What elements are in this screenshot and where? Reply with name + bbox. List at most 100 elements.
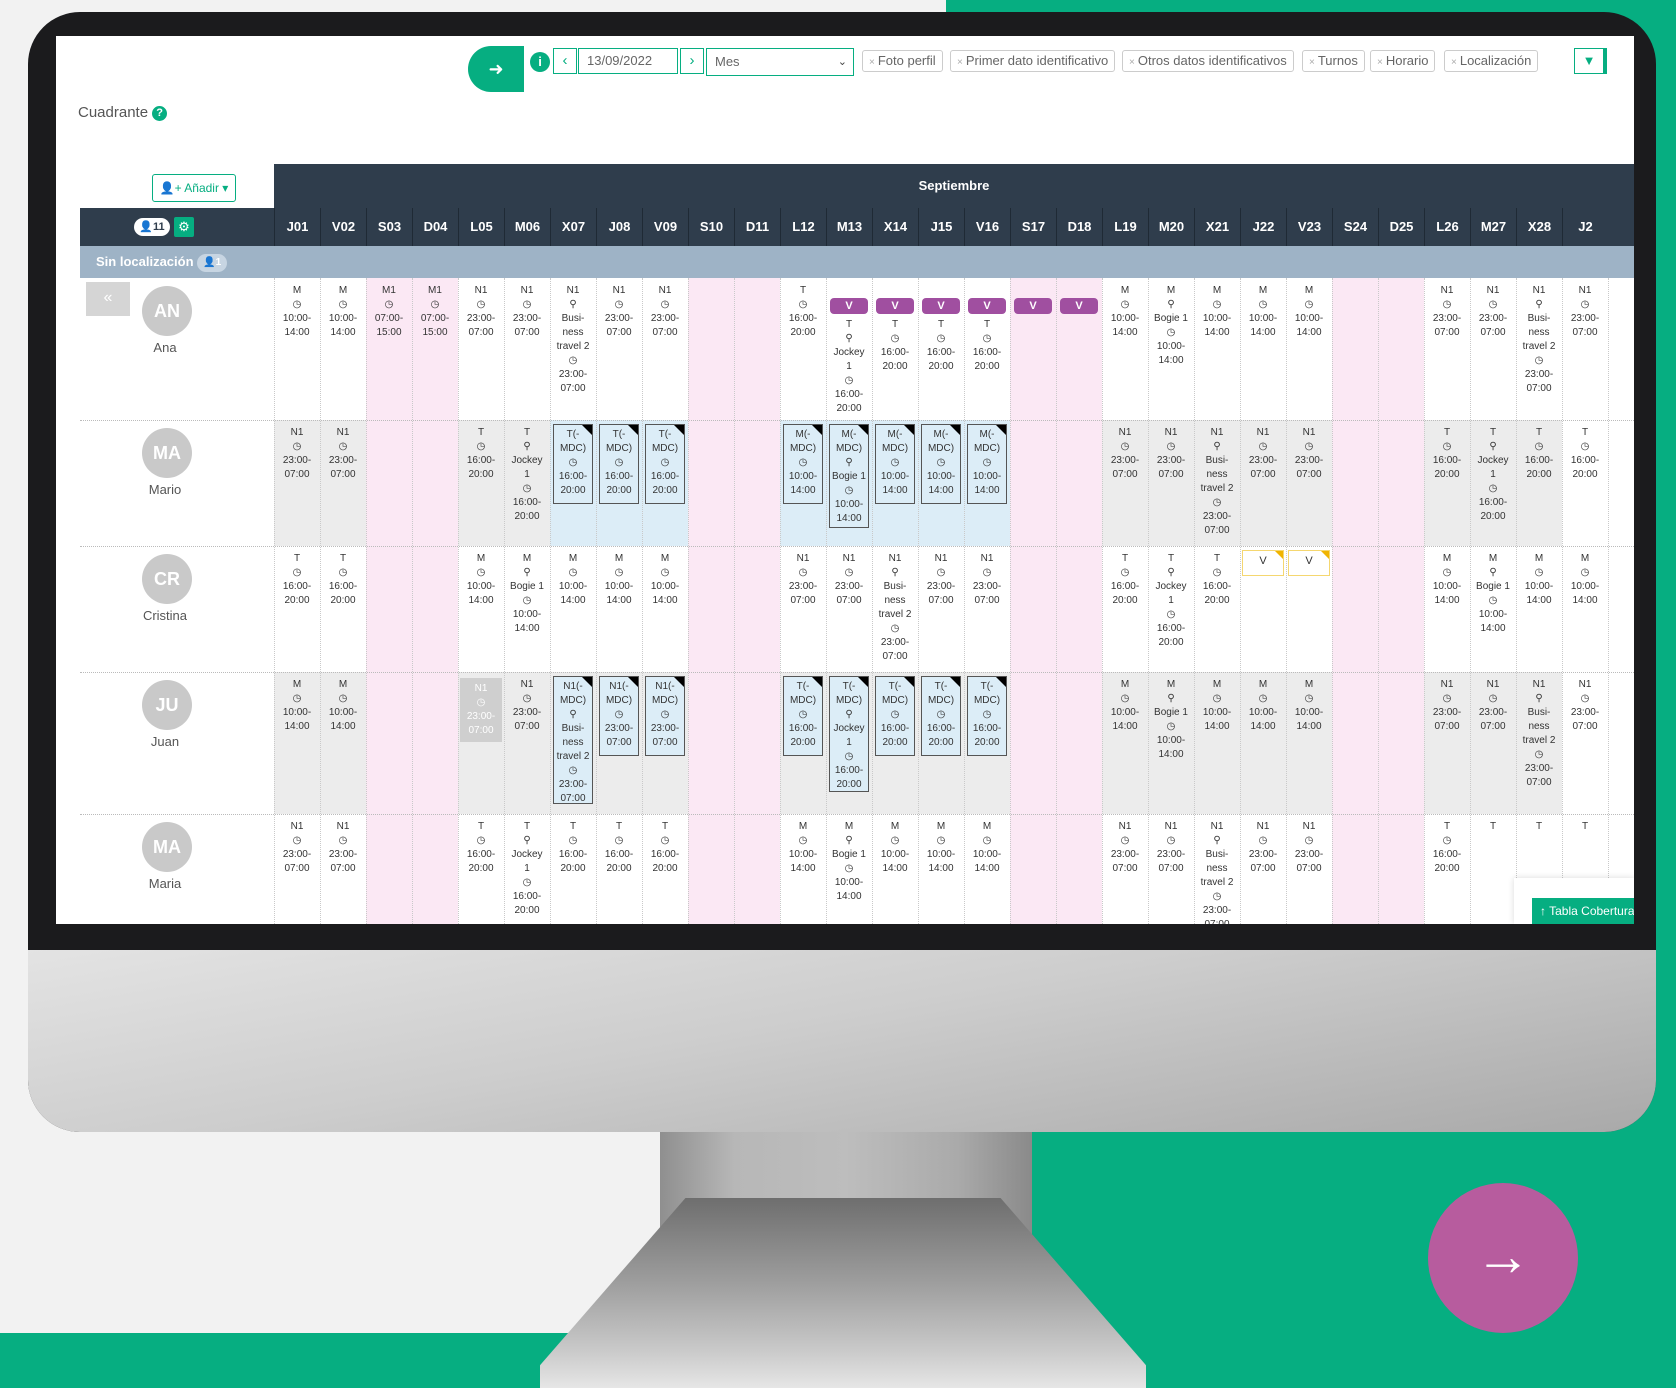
shift-cell[interactable]: N1(- MDC) ◷ 23:00- 07:00 bbox=[599, 676, 639, 756]
shift-cell[interactable]: N1 ◷ 23:00- 07:00 bbox=[1424, 284, 1470, 340]
shift-cell[interactable]: T ◷ 16:00- 20:00 bbox=[596, 820, 642, 876]
shift-cell[interactable]: M1 ◷ 07:00- 15:00 bbox=[366, 284, 412, 340]
shift-cell[interactable]: M(- MDC) ⚲ Bogie 1 ◷ 10:00- 14:00 bbox=[829, 424, 869, 528]
shift-cell[interactable]: M ⚲ Bogie 1 ◷ 10:00- 14:00 bbox=[504, 552, 550, 636]
person-name[interactable]: Cristina bbox=[80, 608, 250, 623]
shift-cell[interactable]: N1 ◷ 23:00- 07:00 bbox=[1470, 678, 1516, 734]
shift-cell[interactable]: T ◷ 16:00- 20:00 bbox=[642, 820, 688, 876]
shift-cell[interactable]: M ◷ 10:00- 14:00 bbox=[1424, 552, 1470, 608]
shift-cell[interactable]: M ◷ 10:00- 14:00 bbox=[1194, 284, 1240, 340]
shift-cell[interactable]: M1 ◷ 07:00- 15:00 bbox=[412, 284, 458, 340]
filter-chip-horario[interactable]: × Horario bbox=[1370, 50, 1436, 72]
shift-cell[interactable]: T(- MDC) ⚲ Jockey 1 ◷ 16:00- 20:00 bbox=[829, 676, 869, 792]
shift-cell[interactable]: M ◷ 10:00- 14:00 bbox=[274, 284, 320, 340]
shift-cell[interactable]: T bbox=[1470, 820, 1516, 834]
shift-cell[interactable]: M(- MDC) ◷ 10:00- 14:00 bbox=[783, 424, 823, 504]
remove-icon[interactable]: × bbox=[1309, 57, 1315, 68]
shift-cell[interactable]: M ◷ 10:00- 14:00 bbox=[596, 552, 642, 608]
people-count-badge[interactable]: 👤11 bbox=[134, 218, 170, 236]
shift-cell[interactable]: N1 ◷ 23:00- 07:00 bbox=[826, 552, 872, 608]
remove-icon[interactable]: × bbox=[1129, 57, 1135, 68]
vacation-request[interactable]: V bbox=[1242, 550, 1284, 576]
remove-icon[interactable]: × bbox=[1451, 57, 1457, 68]
shift-cell[interactable]: N1 ⚲ Busi- ness travel 2 ◷ 23:00- 07:00 bbox=[1194, 426, 1240, 538]
shift-cell[interactable]: T(- MDC) ◷ 16:00- 20:00 bbox=[967, 676, 1007, 756]
shift-cell[interactable]: N1 ◷ 23:00- 07:00 bbox=[504, 678, 550, 734]
shift-cell[interactable]: T ◷ 16:00- 20:00 bbox=[550, 820, 596, 876]
shift-cell[interactable]: N1(- MDC) ◷ 23:00- 07:00 bbox=[645, 676, 685, 756]
person-name[interactable]: Ana bbox=[80, 340, 250, 355]
shift-cell[interactable]: M ◷ 10:00- 14:00 bbox=[274, 678, 320, 734]
filter-chip-turnos[interactable]: × Turnos bbox=[1302, 50, 1365, 72]
shift-cell[interactable]: M ⚲ Bogie 1 ◷ 10:00- 14:00 bbox=[826, 820, 872, 904]
shift-cell[interactable]: N1 ◷ 23:00- 07:00 bbox=[1240, 426, 1286, 482]
remove-icon[interactable]: × bbox=[1377, 57, 1383, 68]
shift-cell[interactable]: M(- MDC) ◷ 10:00- 14:00 bbox=[921, 424, 961, 504]
shift-cell[interactable]: T ◷ 16:00- 20:00 bbox=[780, 284, 826, 340]
go-button[interactable]: ➜ bbox=[468, 46, 524, 92]
shift-cell[interactable]: N1 ◷ 23:00- 07:00 bbox=[320, 426, 366, 482]
add-button[interactable]: 👤+ Añadir ▾ bbox=[152, 174, 236, 202]
shift-cell[interactable]: M ◷ 10:00- 14:00 bbox=[1102, 678, 1148, 734]
vacation-request[interactable]: V bbox=[1288, 550, 1330, 576]
vacation-pill[interactable]: V bbox=[922, 298, 960, 314]
person-name[interactable]: Mario bbox=[80, 482, 250, 497]
vacation-pill[interactable]: V bbox=[876, 298, 914, 314]
shift-cell[interactable]: M ◷ 10:00- 14:00 bbox=[1286, 284, 1332, 340]
shift-cell[interactable]: T(- MDC) ◷ 16:00- 20:00 bbox=[553, 424, 593, 504]
shift-cell[interactable]: T ◷ 16:00- 20:00 bbox=[1424, 426, 1470, 482]
shift-cell[interactable]: N1 ◷ 23:00- 07:00 bbox=[1562, 284, 1608, 340]
shift-cell[interactable]: M ◷ 10:00- 14:00 bbox=[964, 820, 1010, 876]
shift-cell[interactable]: M(- MDC) ◷ 10:00- 14:00 bbox=[967, 424, 1007, 504]
shift-cell[interactable]: N1 ⚲ Busi- ness travel 2 ◷ 23:00- 07:00 bbox=[872, 552, 918, 664]
filter-chip-foto[interactable]: × Foto perfil bbox=[862, 50, 943, 72]
shift-cell[interactable]: T ◷ 16:00- 20:00 bbox=[1562, 426, 1608, 482]
next-arrow-button[interactable]: → bbox=[1428, 1183, 1578, 1333]
shift-cell[interactable]: N1 ◷ 23:00- 07:00 bbox=[274, 426, 320, 482]
shift-cell[interactable]: M ⚲ Bogie 1 ◷ 10:00- 14:00 bbox=[1470, 552, 1516, 636]
shift-cell[interactable]: T(- MDC) ◷ 16:00- 20:00 bbox=[645, 424, 685, 504]
info-icon[interactable]: i bbox=[530, 52, 550, 72]
gear-icon[interactable]: ⚙ bbox=[174, 217, 194, 237]
shift-cell[interactable]: T ◷ 16:00- 20:00 bbox=[1516, 426, 1562, 482]
shift-cell[interactable]: M ◷ 10:00- 14:00 bbox=[1194, 678, 1240, 734]
collapse-icon[interactable]: « bbox=[86, 282, 130, 316]
shift-cell[interactable]: T(- MDC) ◷ 16:00- 20:00 bbox=[921, 676, 961, 756]
shift-cell[interactable]: N1 ◷ 23:00- 07:00 bbox=[1240, 820, 1286, 876]
shift-cell[interactable]: N1 ⚲ Busi- ness travel 2 ◷ 23:00- 07:00 bbox=[1516, 678, 1562, 790]
shift-cell[interactable]: N1 ⚲ Busi- ness travel 2 ◷ 23:00- 07:00 bbox=[1194, 820, 1240, 924]
shift-cell[interactable]: T ⚲ Jockey 1 ◷ 16:00- 20:00 bbox=[826, 318, 872, 416]
shift-cell[interactable]: N1 ◷ 23:00- 07:00 bbox=[1562, 678, 1608, 734]
shift-cell[interactable]: T ◷ 16:00- 20:00 bbox=[1102, 552, 1148, 608]
shift-cell[interactable]: M ◷ 10:00- 14:00 bbox=[872, 820, 918, 876]
filter-chip-primer[interactable]: × Primer dato identificativo bbox=[950, 50, 1116, 72]
shift-cell[interactable]: N1 ◷ 23:00- 07:00 bbox=[1148, 820, 1194, 876]
shift-cell[interactable]: N1 ◷ 23:00- 07:00 bbox=[1102, 426, 1148, 482]
shift-cell[interactable]: M ◷ 10:00- 14:00 bbox=[550, 552, 596, 608]
avatar[interactable]: AN bbox=[142, 286, 192, 336]
shift-cell[interactable]: N1 ◷ 23:00- 07:00 bbox=[1286, 426, 1332, 482]
shift-cell[interactable]: T ◷ 16:00- 20:00 bbox=[458, 820, 504, 876]
vacation-pill[interactable]: V bbox=[830, 298, 868, 314]
shift-cell[interactable]: T(- MDC) ◷ 16:00- 20:00 bbox=[783, 676, 823, 756]
shift-cell[interactable]: T ◷ 16:00- 20:00 bbox=[918, 318, 964, 374]
shift-cell[interactable]: M(- MDC) ◷ 10:00- 14:00 bbox=[875, 424, 915, 504]
filter-chip-localizacion[interactable]: × Localización bbox=[1444, 50, 1539, 72]
filter-chip-otros[interactable]: × Otros datos identificativos bbox=[1122, 50, 1294, 72]
shift-cell[interactable]: T ⚲ Jockey 1 ◷ 16:00- 20:00 bbox=[504, 426, 550, 524]
shift-cell[interactable]: N1 ◷ 23:00- 07:00 bbox=[458, 284, 504, 340]
avatar[interactable]: MA bbox=[142, 822, 192, 872]
avatar[interactable]: CR bbox=[142, 554, 192, 604]
shift-cell[interactable]: N1 ◷ 23:00- 07:00 bbox=[1424, 678, 1470, 734]
shift-cell[interactable]: M ◷ 10:00- 14:00 bbox=[780, 820, 826, 876]
shift-cell[interactable]: T ⚲ Jockey 1 ◷ 16:00- 20:00 bbox=[1148, 552, 1194, 650]
shift-cell[interactable]: N1 ◷ 23:00- 07:00 bbox=[274, 820, 320, 876]
shift-cell[interactable]: M ◷ 10:00- 14:00 bbox=[1516, 552, 1562, 608]
shift-cell[interactable]: M ◷ 10:00- 14:00 bbox=[1240, 284, 1286, 340]
shift-cell[interactable]: M ◷ 10:00- 14:00 bbox=[458, 552, 504, 608]
shift-cell[interactable]: T ◷ 16:00- 20:00 bbox=[320, 552, 366, 608]
shift-cell[interactable]: M ◷ 10:00- 14:00 bbox=[642, 552, 688, 608]
shift-cell[interactable]: T ◷ 16:00- 20:00 bbox=[964, 318, 1010, 374]
avatar[interactable]: JU bbox=[142, 680, 192, 730]
coverage-table-button[interactable]: ↑ Tabla Cobertura bbox=[1532, 898, 1634, 924]
